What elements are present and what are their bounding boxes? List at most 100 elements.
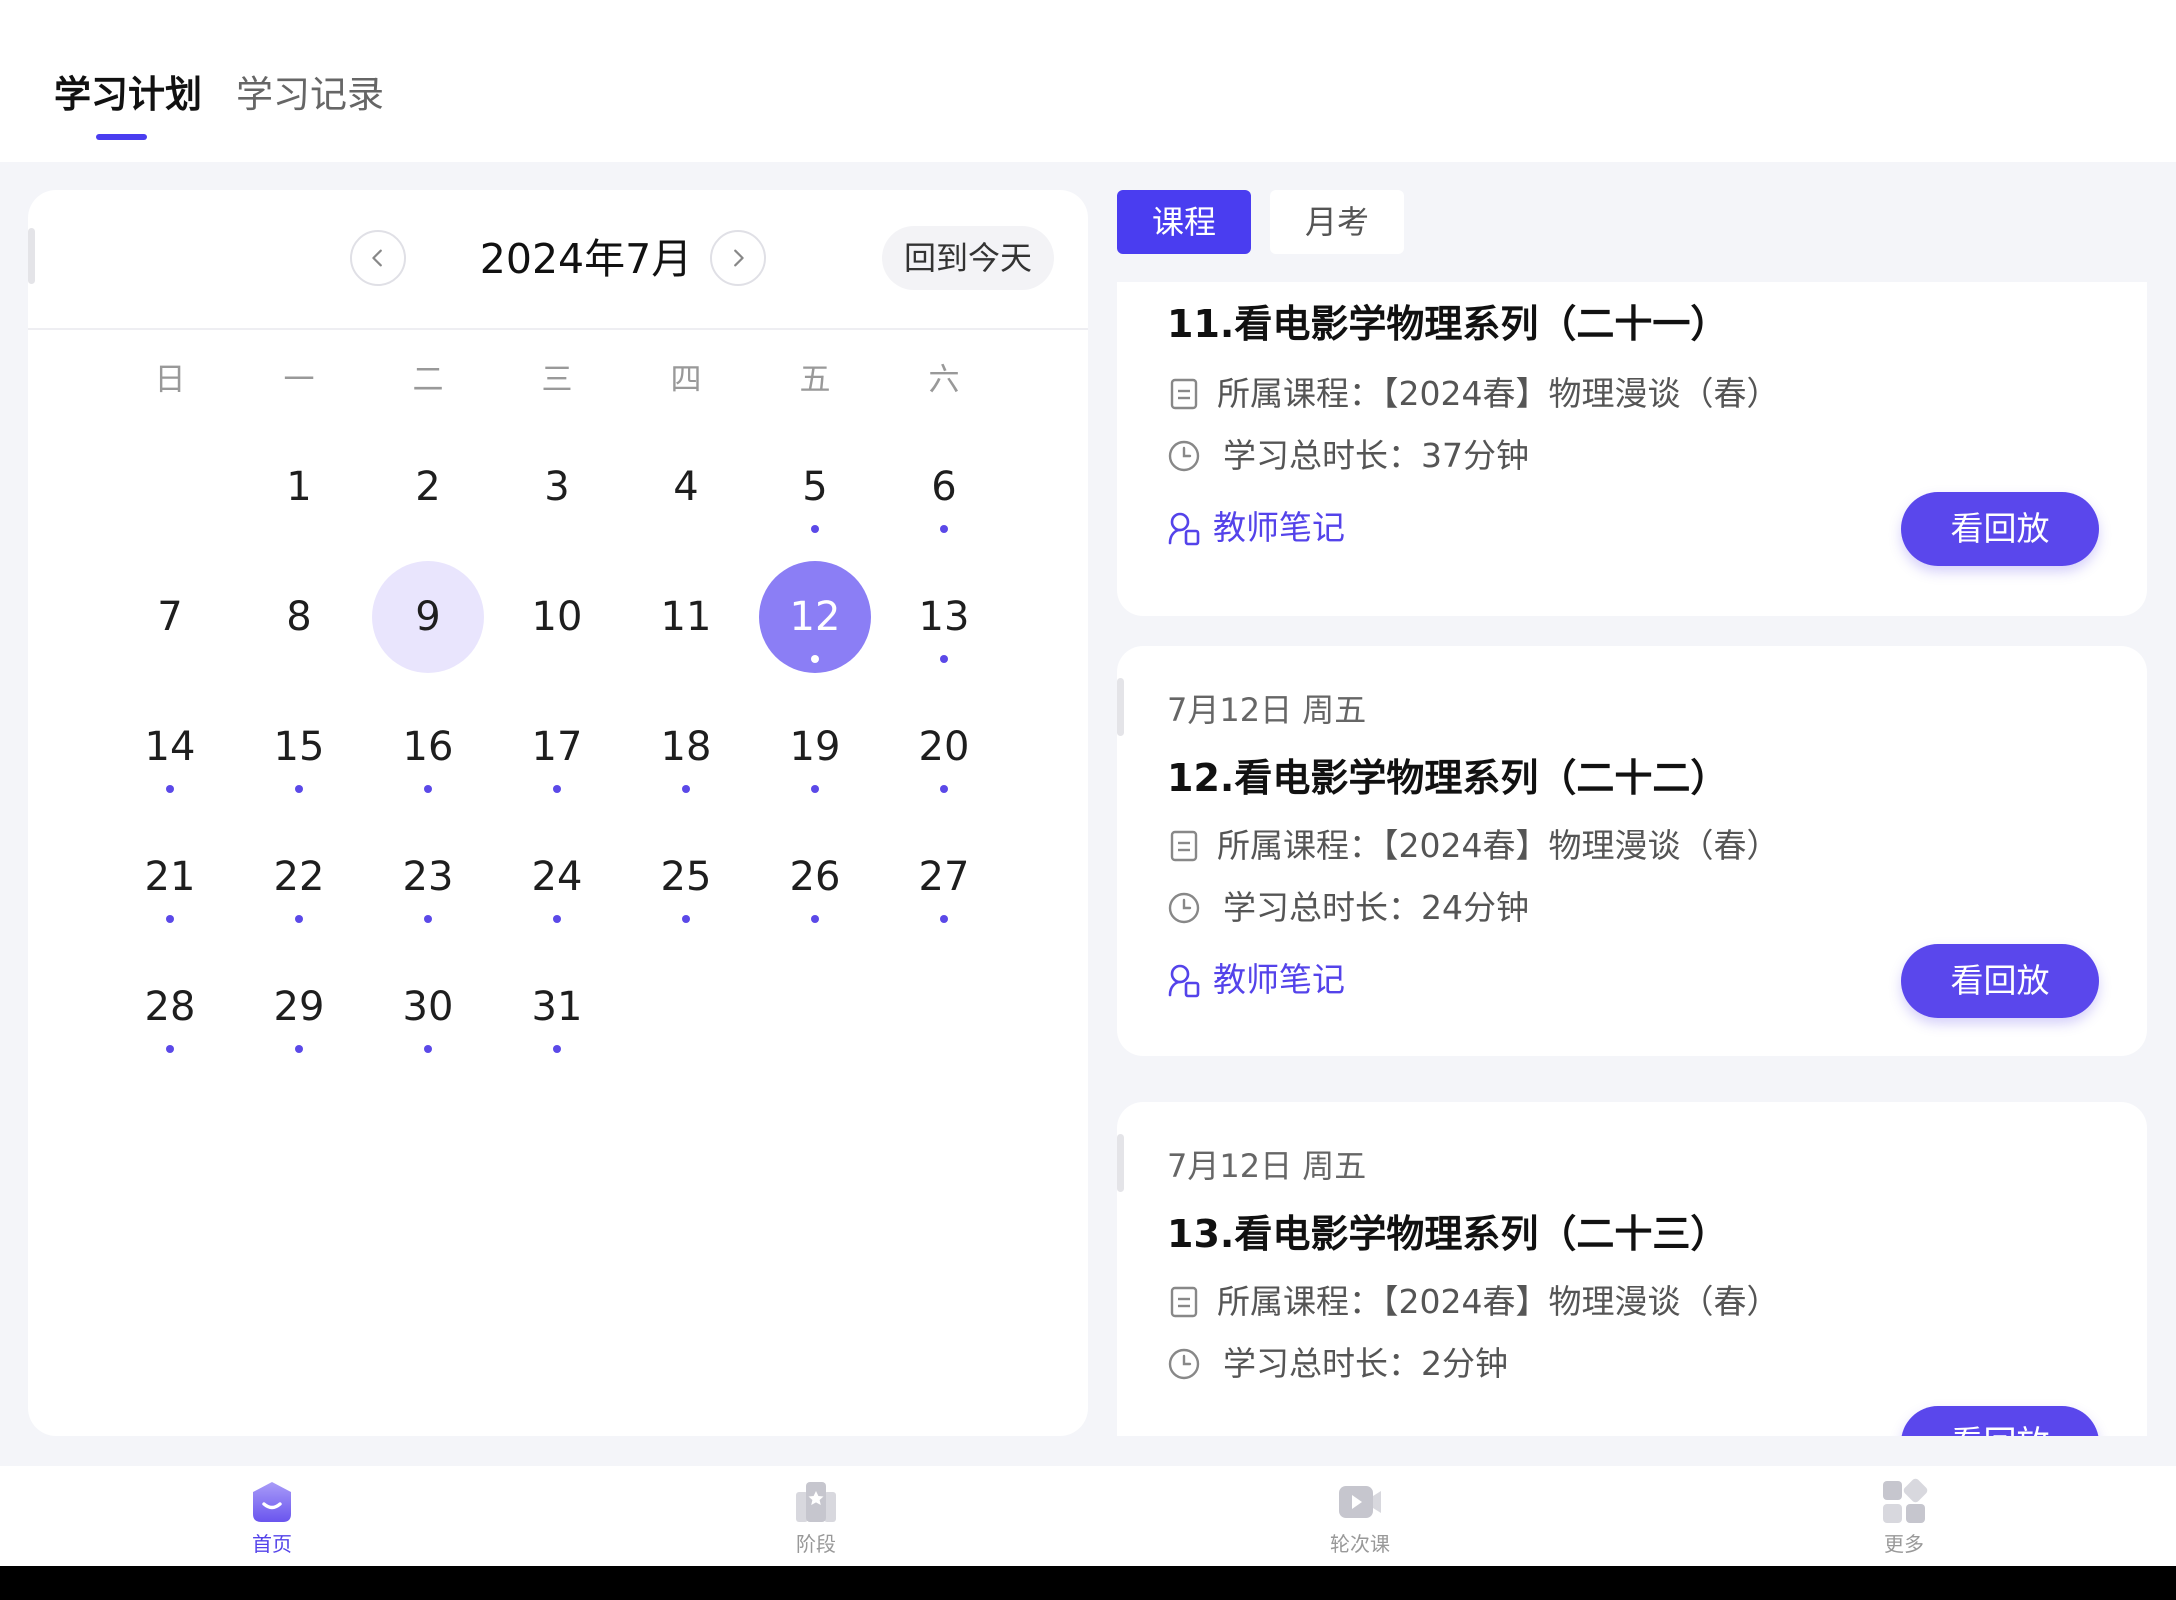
lesson-indicator-dot — [295, 1045, 303, 1053]
calendar-day[interactable]: 10 — [501, 561, 613, 673]
watch-replay-button[interactable]: 看回放 — [1901, 492, 2099, 566]
lesson-indicator-dot — [940, 785, 948, 793]
tab-study-records[interactable]: 学习记录 — [236, 70, 384, 120]
lesson-title: 13.看电影学物理系列（二十三） — [1167, 1212, 1729, 1256]
teacher-notes-link[interactable]: 教师笔记 — [1167, 506, 1345, 550]
lesson-indicator-dot — [811, 915, 819, 923]
teacher-notes-label: 教师笔记 — [1213, 960, 1345, 999]
clock-icon — [1168, 892, 1200, 924]
calendar-day[interactable]: 11 — [630, 561, 742, 673]
lesson-duration-row: 学习总时长：24分钟 — [1167, 886, 1529, 930]
lesson-indicator-dot — [553, 915, 561, 923]
lesson-indicator-dot — [166, 915, 174, 923]
weekday-label: 四 — [670, 362, 702, 398]
lesson-card: 11.看电影学物理系列（二十一） 所属课程：【2024春】物理漫谈（春） 学习总… — [1117, 282, 2147, 616]
nav-label: 首页 — [252, 1532, 292, 1556]
home-icon — [253, 1482, 291, 1522]
document-icon — [1170, 378, 1198, 410]
weekday-label: 日 — [154, 362, 186, 398]
calendar-day[interactable]: 4 — [630, 431, 742, 543]
lesson-course-row: 所属课程：【2024春】物理漫谈（春） — [1167, 372, 1779, 416]
panel-accent-stripe — [28, 228, 35, 284]
teacher-notes-icon — [1168, 964, 1200, 998]
lesson-duration: 学习总时长：24分钟 — [1223, 888, 1529, 927]
watch-replay-button[interactable]: 看回放 — [1901, 944, 2099, 1018]
back-to-today-button[interactable]: 回到今天 — [882, 226, 1054, 290]
weekday-label: 五 — [799, 362, 831, 398]
lesson-course: 所属课程：【2024春】物理漫谈（春） — [1217, 826, 1780, 865]
grid-icon — [1883, 1478, 1928, 1523]
lesson-indicator-dot — [424, 785, 432, 793]
lesson-indicator-dot — [424, 1045, 432, 1053]
calendar-day[interactable]: 9 — [372, 561, 484, 673]
active-tab-indicator — [96, 134, 147, 140]
bottom-nav: 首页 阶段 轮次课 更多 — [0, 1466, 2176, 1566]
month-title: 2024年7月 — [479, 235, 693, 283]
app-screen: 学习计划 学习记录 2024年7月 回到今天 日一二三四五六 123456789… — [0, 0, 2176, 1566]
lesson-indicator-dot — [811, 785, 819, 793]
video-icon — [1339, 1486, 1381, 1518]
stage-icon — [796, 1482, 836, 1522]
watch-replay-button[interactable]: 看回放 — [1901, 1406, 2099, 1436]
lesson-indicator-dot — [940, 655, 948, 663]
header: 学习计划 学习记录 — [0, 0, 2176, 162]
lesson-course: 所属课程：【2024春】物理漫谈（春） — [1217, 374, 1780, 413]
chevron-left-icon — [372, 249, 382, 267]
lesson-list[interactable]: 11.看电影学物理系列（二十一） 所属课程：【2024春】物理漫谈（春） 学习总… — [1117, 282, 2147, 1436]
lesson-date: 7月12日 周五 — [1167, 1147, 1367, 1185]
prev-month-button[interactable] — [350, 230, 406, 286]
clock-icon — [1168, 1348, 1200, 1380]
lesson-date: 7月12日 周五 — [1167, 691, 1367, 729]
lesson-indicator-dot — [424, 915, 432, 923]
lesson-indicator-dot — [940, 915, 948, 923]
lesson-indicator-dot — [553, 785, 561, 793]
lesson-duration: 学习总时长：37分钟 — [1223, 436, 1529, 475]
lesson-card: 7月12日 周五 13.看电影学物理系列（二十三） 所属课程：【2024春】物理… — [1117, 1102, 2147, 1436]
tab-study-plan[interactable]: 学习计划 — [54, 70, 202, 120]
calendar-day[interactable]: 7 — [114, 561, 226, 673]
lesson-title: 11.看电影学物理系列（二十一） — [1167, 302, 1729, 346]
lesson-duration-row: 学习总时长：37分钟 — [1167, 434, 1529, 478]
lesson-indicator-dot — [295, 915, 303, 923]
calendar-divider — [28, 328, 1088, 330]
lesson-indicator-dot — [682, 785, 690, 793]
lesson-indicator-dot — [940, 525, 948, 533]
nav-label: 更多 — [1884, 1532, 1924, 1556]
tab-courses[interactable]: 课程 — [1117, 190, 1251, 254]
calendar-day[interactable]: 8 — [243, 561, 355, 673]
lesson-course: 所属课程：【2024春】物理漫谈（春） — [1217, 1282, 1780, 1321]
tab-monthly-exam[interactable]: 月考 — [1270, 190, 1404, 254]
lesson-duration: 学习总时长：2分钟 — [1223, 1344, 1508, 1383]
nav-item-rounds[interactable]: 轮次课 — [1280, 1478, 1440, 1558]
calendar-day[interactable]: 1 — [243, 431, 355, 543]
card-accent-stripe — [1117, 678, 1124, 736]
lesson-indicator-dot — [166, 785, 174, 793]
calendar-panel: 2024年7月 回到今天 日一二三四五六 1 2 3 4 5 6 7 8 9 10 11 12 13 14… — [28, 190, 1088, 1436]
nav-item-home[interactable]: 首页 — [192, 1478, 352, 1558]
weekday-label: 六 — [928, 362, 960, 398]
lesson-course-row: 所属课程：【2024春】物理漫谈（春） — [1167, 1280, 1779, 1324]
nav-item-more[interactable]: 更多 — [1824, 1478, 1984, 1558]
next-month-button[interactable] — [710, 230, 766, 286]
document-icon — [1170, 830, 1198, 862]
nav-label: 阶段 — [796, 1532, 836, 1556]
lesson-indicator-dot — [553, 1045, 561, 1053]
teacher-notes-link[interactable]: 教师笔记 — [1167, 958, 1345, 1002]
chevron-right-icon — [734, 249, 744, 267]
lesson-course-row: 所属课程：【2024春】物理漫谈（春） — [1167, 824, 1779, 868]
lesson-indicator-dot — [166, 1045, 174, 1053]
teacher-notes-icon — [1168, 512, 1200, 546]
lesson-indicator-dot — [811, 655, 819, 663]
calendar-day[interactable]: 2 — [372, 431, 484, 543]
lesson-indicator-dot — [295, 785, 303, 793]
lesson-indicator-dot — [682, 915, 690, 923]
teacher-notes-label: 教师笔记 — [1213, 508, 1345, 547]
card-accent-stripe — [1117, 1134, 1124, 1192]
nav-item-stage[interactable]: 阶段 — [736, 1478, 896, 1558]
lesson-card: 7月12日 周五 12.看电影学物理系列（二十二） 所属课程：【2024春】物理… — [1117, 646, 2147, 1056]
lesson-indicator-dot — [811, 525, 819, 533]
weekday-label: 三 — [541, 362, 573, 398]
nav-label: 轮次课 — [1330, 1532, 1390, 1556]
lesson-title: 12.看电影学物理系列（二十二） — [1167, 756, 1729, 800]
calendar-day[interactable]: 3 — [501, 431, 613, 543]
